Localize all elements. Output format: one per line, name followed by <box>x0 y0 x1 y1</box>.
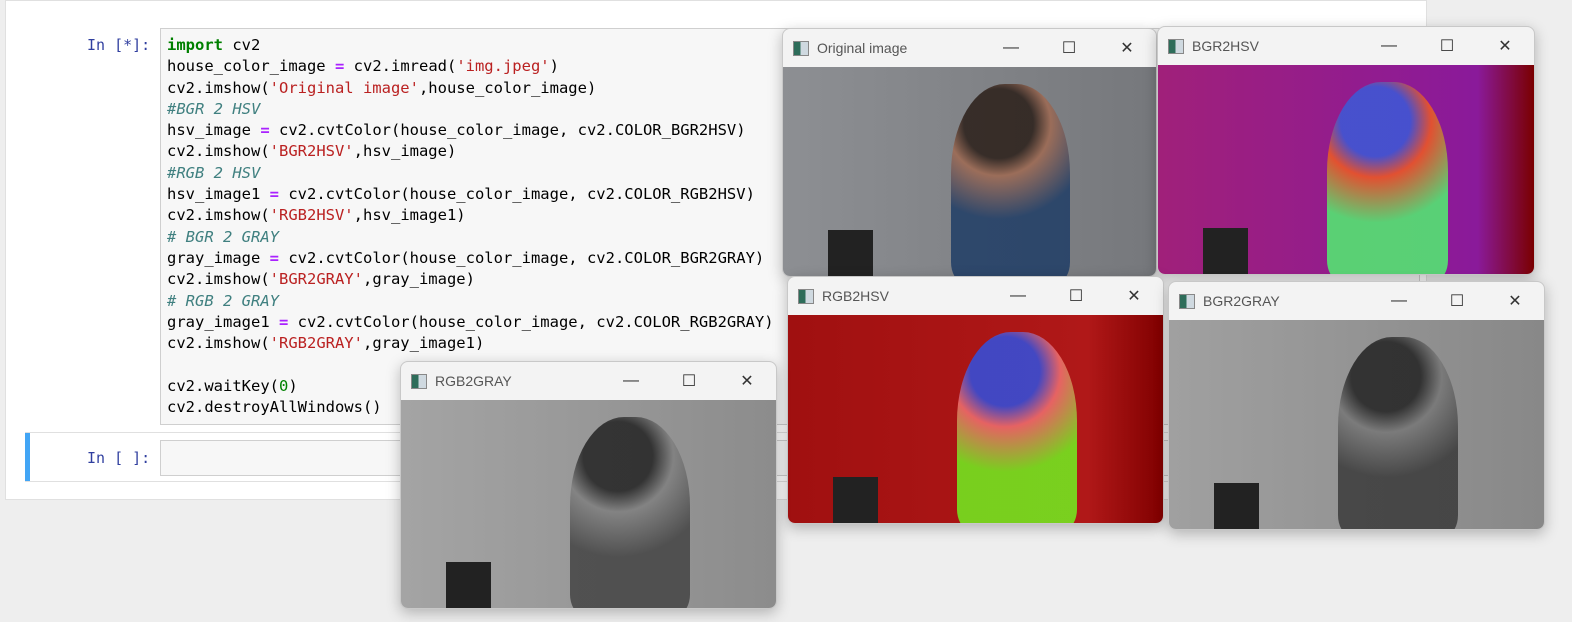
code-token: cv2.imshow( <box>167 142 270 161</box>
code-token: ,hsv_image1) <box>353 206 466 225</box>
app-icon <box>1179 293 1195 309</box>
window-title: Original image <box>817 40 908 56</box>
window-rgb2gray[interactable]: RGB2GRAY — ☐ ✕ <box>400 361 777 609</box>
image-display <box>1169 320 1544 529</box>
code-token: cv2.destroyAllWindows() <box>167 398 382 417</box>
code-token: 0 <box>278 376 289 395</box>
code-token: = <box>334 57 345 76</box>
code-token: import <box>167 36 223 54</box>
code-token: ) <box>549 57 559 76</box>
minimize-button[interactable]: — <box>1370 292 1428 310</box>
image-display <box>1158 65 1534 274</box>
code-token: gray_image <box>167 248 270 267</box>
code-token: 'RGB2GRAY' <box>269 334 363 353</box>
minimize-button[interactable]: — <box>989 287 1047 305</box>
window-title: RGB2HSV <box>822 288 889 304</box>
minimize-button[interactable]: — <box>982 39 1040 57</box>
maximize-button[interactable]: ☐ <box>1040 38 1098 58</box>
close-button[interactable]: ✕ <box>1098 38 1156 58</box>
minimize-button[interactable]: — <box>602 372 660 390</box>
app-icon <box>1168 38 1184 54</box>
code-token: hsv_image <box>167 121 261 140</box>
maximize-button[interactable]: ☐ <box>1428 291 1486 311</box>
code-token: cv2 <box>223 36 261 54</box>
maximize-button[interactable]: ☐ <box>660 371 718 391</box>
code-token: # RGB 2 GRAY <box>167 291 279 310</box>
code-token: ,gray_image) <box>362 270 475 289</box>
code-token: cv2.cvtColor(house_color_image, cv2.COLO… <box>288 312 774 331</box>
code-token: = <box>269 248 279 267</box>
window-bgr2hsv[interactable]: BGR2HSV — ☐ ✕ <box>1157 26 1535 275</box>
cell-prompt: In [*]: <box>87 36 151 54</box>
code-token: cv2.imshow( <box>167 206 270 225</box>
code-token: ,hsv_image) <box>353 142 457 161</box>
code-token: cv2.cvtColor(house_color_image, cv2.COLO… <box>269 121 746 140</box>
code-token: 'BGR2GRAY' <box>269 270 363 289</box>
code-token: #RGB 2 HSV <box>167 163 261 182</box>
code-token: ) <box>288 376 298 395</box>
code-token: cv2.imshow( <box>167 334 270 353</box>
maximize-button[interactable]: ☐ <box>1418 36 1476 56</box>
image-display <box>783 67 1156 276</box>
maximize-button[interactable]: ☐ <box>1047 286 1105 306</box>
window-title: BGR2HSV <box>1192 38 1259 54</box>
code-token: = <box>269 185 279 204</box>
window-title: RGB2GRAY <box>435 373 512 389</box>
code-token: 'Original image' <box>269 78 419 97</box>
code-token: ,gray_image1) <box>362 334 485 353</box>
code-token: # BGR 2 GRAY <box>167 227 279 246</box>
code-token: #BGR 2 HSV <box>167 99 261 118</box>
app-icon <box>798 288 814 304</box>
image-display <box>401 400 776 608</box>
window-original-image[interactable]: Original image — ☐ ✕ <box>782 28 1157 277</box>
code-token: cv2.imshow( <box>167 270 270 289</box>
app-icon <box>793 40 809 56</box>
window-bgr2gray[interactable]: BGR2GRAY — ☐ ✕ <box>1168 281 1545 530</box>
code-token: 'img.jpeg' <box>456 57 550 76</box>
close-button[interactable]: ✕ <box>1476 36 1534 56</box>
code-token: hsv_image1 <box>167 185 270 204</box>
code-token: 'BGR2HSV' <box>269 142 354 161</box>
cell-prompt: In [ ]: <box>87 449 151 467</box>
close-button[interactable]: ✕ <box>718 371 776 391</box>
close-button[interactable]: ✕ <box>1105 286 1163 306</box>
code-token: = <box>260 121 270 140</box>
window-title: BGR2GRAY <box>1203 293 1280 309</box>
code-token: gray_image1 <box>167 312 279 331</box>
window-rgb2hsv[interactable]: RGB2HSV — ☐ ✕ <box>787 276 1164 524</box>
close-button[interactable]: ✕ <box>1486 291 1544 311</box>
minimize-button[interactable]: — <box>1360 37 1418 55</box>
code-token: cv2.imshow( <box>167 78 270 97</box>
code-token: cv2.cvtColor(house_color_image, cv2.COLO… <box>279 248 765 267</box>
code-token: = <box>278 312 289 331</box>
code-token: cv2.imread( <box>344 57 457 76</box>
app-icon <box>411 373 427 389</box>
code-token: cv2.waitKey( <box>167 376 279 395</box>
code-token: house_color_image <box>167 57 335 76</box>
image-display <box>788 315 1163 523</box>
code-token: 'RGB2HSV' <box>269 206 354 225</box>
code-token: cv2.cvtColor(house_color_image, cv2.COLO… <box>279 185 755 204</box>
code-token: ,house_color_image) <box>418 78 597 97</box>
